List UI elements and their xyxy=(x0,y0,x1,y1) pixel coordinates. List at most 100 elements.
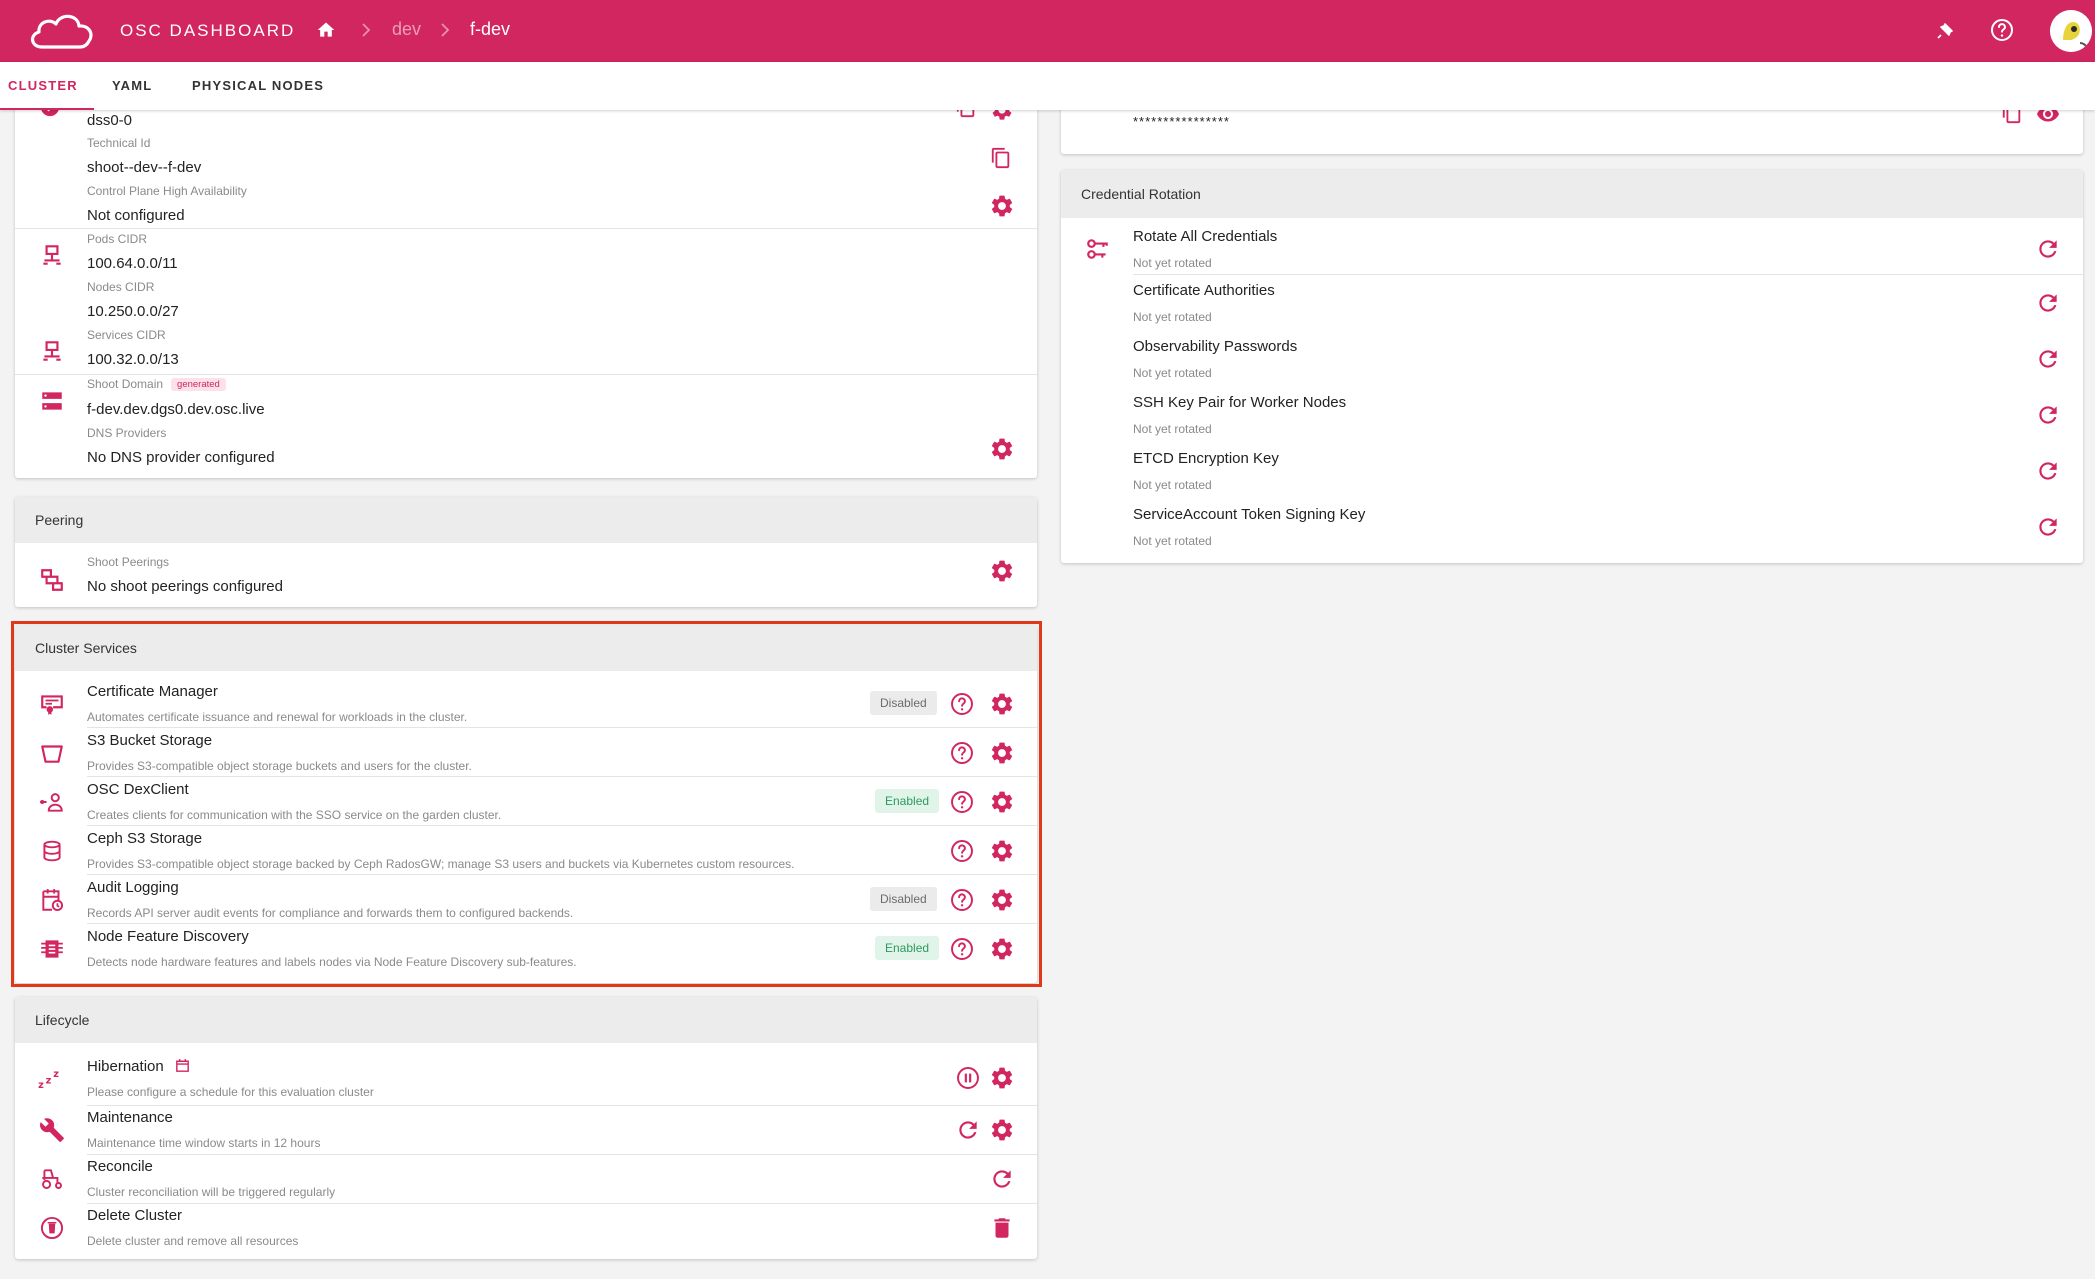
help-icon[interactable] xyxy=(1988,16,2016,44)
sleep-zzz-icon xyxy=(37,1065,63,1091)
tab-bar: CLUSTER YAML PHYSICAL NODES xyxy=(0,62,2095,110)
delete-circle-icon xyxy=(39,1215,65,1241)
pin-icon[interactable] xyxy=(1932,16,1960,44)
rotation-status: Not yet rotated xyxy=(1133,310,1212,324)
refresh-icon[interactable] xyxy=(2035,402,2061,428)
refresh-icon[interactable] xyxy=(989,1166,1015,1192)
lifecycle-desc: Delete cluster and remove all resources xyxy=(87,1234,299,1248)
rotation-name: ETCD Encryption Key xyxy=(1133,450,1279,467)
gear-icon[interactable] xyxy=(989,193,1015,219)
help-icon[interactable] xyxy=(949,789,975,815)
status-badge: Disabled xyxy=(870,691,937,715)
lifecycle-name: Delete Cluster xyxy=(87,1207,183,1224)
service-desc: Provides S3-compatible object storage ba… xyxy=(87,857,795,871)
refresh-icon[interactable] xyxy=(2035,346,2061,372)
service-desc: Creates clients for communication with t… xyxy=(87,808,502,822)
copy-icon[interactable] xyxy=(990,147,1012,169)
seed-value: dss0-0 xyxy=(87,112,133,129)
rotation-status: Not yet rotated xyxy=(1133,366,1212,380)
database-icon xyxy=(39,838,65,864)
keys-icon xyxy=(1085,236,1111,262)
breadcrumb-f-dev[interactable]: f-dev xyxy=(470,19,510,40)
dns-providers-label: DNS Providers xyxy=(87,426,167,440)
tab-cluster[interactable]: CLUSTER xyxy=(0,62,94,110)
rotation-name: Observability Passwords xyxy=(1133,338,1298,355)
help-icon[interactable] xyxy=(949,740,975,766)
trash-icon[interactable] xyxy=(989,1215,1015,1241)
gear-icon[interactable] xyxy=(989,838,1015,864)
refresh-icon[interactable] xyxy=(2035,514,2061,540)
help-icon[interactable] xyxy=(949,887,975,913)
gear-icon[interactable] xyxy=(989,1117,1015,1143)
gear-icon[interactable] xyxy=(989,1065,1015,1091)
pods-cidr-label: Pods CIDR xyxy=(87,232,148,246)
refresh-icon[interactable] xyxy=(2035,290,2061,316)
breadcrumb-dev[interactable]: dev xyxy=(392,19,421,40)
dex-client-icon xyxy=(39,789,65,815)
credential-rotation-title: Credential Rotation xyxy=(1061,170,2083,218)
lifecycle-name: Maintenance xyxy=(87,1109,173,1126)
help-icon[interactable] xyxy=(949,936,975,962)
peering-title: Peering xyxy=(15,497,1037,543)
gear-icon[interactable] xyxy=(989,887,1015,913)
avatar[interactable] xyxy=(2050,10,2092,52)
ha-label: Control Plane High Availability xyxy=(87,184,247,198)
refresh-icon[interactable] xyxy=(2035,458,2061,484)
chevron-right-icon xyxy=(362,23,371,37)
calendar-icon[interactable] xyxy=(174,1057,191,1074)
cluster-services-card: Cluster Services Certificate Manager Aut… xyxy=(15,625,1037,983)
divider xyxy=(87,1154,1037,1155)
gear-icon[interactable] xyxy=(989,936,1015,962)
rotation-name: ServiceAccount Token Signing Key xyxy=(1133,506,1366,523)
pods-cidr-value: 100.64.0.0/11 xyxy=(87,255,178,272)
shoot-peerings-label: Shoot Peerings xyxy=(87,555,170,569)
status-badge: Enabled xyxy=(875,936,940,960)
rotation-status: Not yet rotated xyxy=(1133,534,1212,548)
home-icon[interactable] xyxy=(316,20,336,40)
nodes-cidr-value: 10.250.0.0/27 xyxy=(87,303,179,320)
chevron-right-icon xyxy=(441,23,450,37)
service-name: Ceph S3 Storage xyxy=(87,830,203,847)
peering-icon xyxy=(39,567,65,593)
service-name: OSC DexClient xyxy=(87,781,189,798)
tab-yaml[interactable]: YAML xyxy=(112,62,152,110)
rotation-name: SSH Key Pair for Worker Nodes xyxy=(1133,394,1347,411)
divider xyxy=(87,1203,1037,1204)
lifecycle-card: Lifecycle Hibernation Please configure a… xyxy=(15,997,1037,1259)
status-badge: Enabled xyxy=(875,789,940,813)
rotation-status: Not yet rotated xyxy=(1133,478,1212,492)
bucket-icon xyxy=(39,740,65,766)
divider xyxy=(15,374,1037,375)
lifecycle-name: Hibernation xyxy=(87,1057,191,1075)
refresh-icon[interactable] xyxy=(2035,236,2061,262)
service-name: Certificate Manager xyxy=(87,683,218,700)
gear-icon[interactable] xyxy=(989,789,1015,815)
server-icon xyxy=(39,388,65,414)
gear-icon[interactable] xyxy=(989,558,1015,584)
lifecycle-desc: Please configure a schedule for this eva… xyxy=(87,1085,374,1099)
tab-physical-nodes[interactable]: PHYSICAL NODES xyxy=(192,62,324,110)
ha-value: Not configured xyxy=(87,207,185,224)
cloud-logo-icon[interactable] xyxy=(26,9,98,53)
top-app-bar: OSC DASHBOARD dev f-dev xyxy=(0,0,2095,62)
app-title[interactable]: OSC DASHBOARD xyxy=(120,21,295,41)
refresh-icon[interactable] xyxy=(955,1117,981,1143)
certificate-icon xyxy=(39,691,65,717)
gear-icon[interactable] xyxy=(989,436,1015,462)
lifecycle-name: Reconcile xyxy=(87,1158,153,1175)
rotation-status: Not yet rotated xyxy=(1133,422,1212,436)
divider xyxy=(1133,274,2083,275)
lifecycle-desc: Cluster reconciliation will be triggered… xyxy=(87,1185,336,1199)
gear-icon[interactable] xyxy=(989,691,1015,717)
help-icon[interactable] xyxy=(949,691,975,717)
gear-icon[interactable] xyxy=(989,740,1015,766)
status-badge: Disabled xyxy=(870,887,937,911)
dns-providers-value: No DNS provider configured xyxy=(87,449,275,466)
network-icon xyxy=(39,242,65,268)
help-icon[interactable] xyxy=(949,838,975,864)
pause-icon[interactable] xyxy=(955,1065,981,1091)
service-desc: Automates certificate issuance and renew… xyxy=(87,710,468,724)
divider xyxy=(87,923,1037,924)
services-cidr-value: 100.32.0.0/13 xyxy=(87,351,179,368)
service-name: S3 Bucket Storage xyxy=(87,732,213,749)
